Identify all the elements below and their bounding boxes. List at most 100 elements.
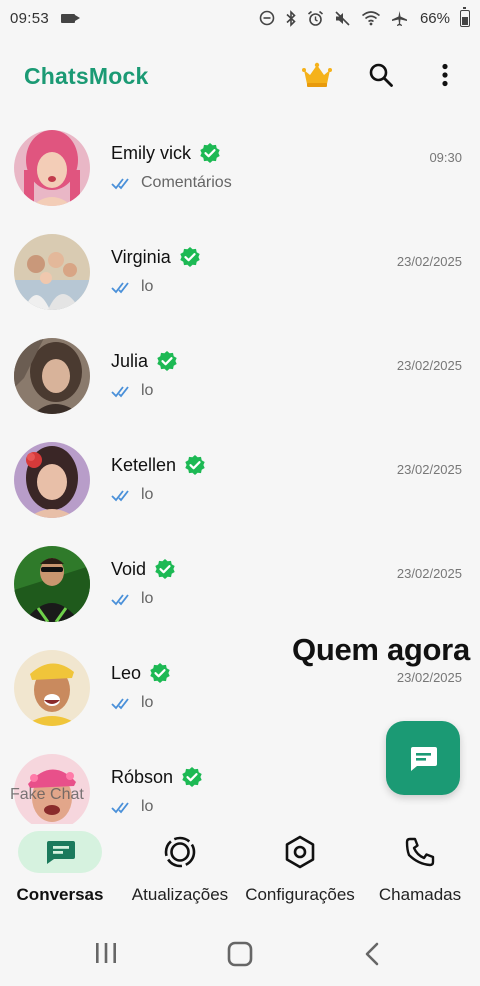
chat-row-virginia[interactable]: Virginia lo 23/02/2025 bbox=[0, 222, 480, 326]
status-time: 09:53 bbox=[10, 9, 50, 27]
chat-last-text: lo bbox=[141, 798, 154, 815]
battery-percent: 66% bbox=[419, 9, 450, 27]
home-icon bbox=[227, 941, 253, 967]
chat-name: Róbson bbox=[111, 766, 174, 787]
back-icon bbox=[365, 942, 379, 966]
chat-last-text: Comentários bbox=[141, 174, 232, 191]
chat-name-wrap: Ketellen bbox=[111, 454, 206, 476]
chat-row-emily[interactable]: Emily vick Comentários 09:30 bbox=[0, 118, 480, 222]
system-nav bbox=[0, 920, 480, 986]
double-check-icon bbox=[111, 801, 129, 813]
chat-name-wrap: Róbson bbox=[111, 766, 203, 788]
verified-badge-icon bbox=[185, 455, 205, 475]
chat-last-text: lo bbox=[141, 278, 154, 295]
nav-label: Chamadas bbox=[378, 885, 462, 904]
chat-time: 23/02/2025 bbox=[396, 254, 462, 269]
chat-time: 09:30 bbox=[429, 150, 462, 165]
avatar bbox=[14, 650, 90, 726]
chat-name-wrap: Virginia bbox=[111, 246, 201, 268]
chat-last-message: Comentários bbox=[111, 174, 232, 192]
bottom-nav: Conversas Atualizações Configurações Cha… bbox=[0, 824, 480, 920]
chat-last-message: lo bbox=[111, 278, 153, 296]
verified-badge-icon bbox=[182, 767, 202, 787]
nav-atualizacoes[interactable]: Atualizações bbox=[122, 824, 238, 920]
verified-badge-icon bbox=[200, 143, 220, 163]
chat-icon bbox=[47, 841, 75, 864]
avatar bbox=[14, 338, 90, 414]
more-vert-icon[interactable] bbox=[428, 58, 462, 92]
verified-badge-icon bbox=[180, 247, 200, 267]
chat-name: Virginia bbox=[111, 246, 171, 267]
recent-apps-icon bbox=[96, 943, 116, 963]
avatar bbox=[14, 442, 90, 518]
crown-icon[interactable] bbox=[300, 58, 334, 92]
alarm-icon bbox=[307, 10, 323, 26]
verified-badge-icon bbox=[150, 663, 170, 683]
chat-name-wrap: Leo bbox=[111, 662, 171, 684]
double-check-icon bbox=[111, 593, 129, 605]
battery-icon bbox=[460, 6, 470, 27]
chat-list[interactable]: Emily vick Comentários 09:30 Virginia lo… bbox=[0, 118, 480, 824]
chat-name: Void bbox=[111, 558, 147, 579]
nav-configuracoes[interactable]: Configurações bbox=[240, 824, 360, 920]
chat-row-void[interactable]: Void lo 23/02/2025 bbox=[0, 534, 480, 638]
verified-badge-icon bbox=[155, 559, 175, 579]
chat-last-message: lo bbox=[111, 382, 153, 400]
nav-label: Atualizações bbox=[131, 885, 229, 904]
double-check-icon bbox=[111, 177, 129, 189]
verified-badge-icon bbox=[157, 351, 177, 371]
app-bar-actions bbox=[300, 58, 462, 92]
chat-last-text: lo bbox=[141, 486, 154, 503]
chat-time: 23/02/2025 bbox=[396, 566, 462, 581]
chat-row-julia[interactable]: Julia lo 23/02/2025 bbox=[0, 326, 480, 430]
chat-name: Ketellen bbox=[111, 454, 177, 475]
chat-name-wrap: Void bbox=[111, 558, 176, 580]
dnd-icon bbox=[259, 10, 275, 26]
double-check-icon bbox=[111, 385, 129, 397]
wifi-icon bbox=[361, 11, 380, 26]
mute-icon bbox=[335, 10, 350, 26]
chat-name: Leo bbox=[111, 662, 142, 683]
double-check-icon bbox=[111, 281, 129, 293]
updates-icon bbox=[164, 836, 196, 868]
chat-last-text: lo bbox=[141, 590, 154, 607]
phone-icon bbox=[405, 837, 435, 867]
chat-last-message: lo bbox=[111, 798, 153, 816]
app-title: ChatsMock bbox=[24, 62, 149, 89]
video-record-icon bbox=[61, 13, 81, 23]
nav-chamadas[interactable]: Chamadas bbox=[362, 824, 478, 920]
avatar bbox=[14, 234, 90, 310]
app-bar: ChatsMock bbox=[0, 44, 480, 108]
double-check-icon bbox=[111, 697, 129, 709]
home-button[interactable] bbox=[227, 941, 253, 972]
chat-time: 23/02/2025 bbox=[396, 670, 462, 685]
nav-active-indicator bbox=[18, 831, 102, 873]
chat-name-wrap: Emily vick bbox=[111, 142, 221, 164]
chat-time: 23/02/2025 bbox=[396, 462, 462, 477]
search-icon[interactable] bbox=[364, 58, 398, 92]
nav-label: Conversas bbox=[16, 885, 104, 904]
new-chat-button[interactable] bbox=[386, 721, 460, 795]
avatar bbox=[14, 546, 90, 622]
new-chat-icon bbox=[411, 747, 437, 771]
chat-last-message: lo bbox=[111, 590, 153, 608]
chat-row-ketellen[interactable]: Ketellen lo 23/02/2025 bbox=[0, 430, 480, 534]
settings-icon bbox=[285, 835, 315, 869]
avatar bbox=[14, 130, 90, 206]
double-check-icon bbox=[111, 489, 129, 501]
chat-last-text: lo bbox=[141, 694, 154, 711]
bluetooth-icon bbox=[286, 9, 296, 27]
overlay-caption: Quem agora bbox=[292, 632, 470, 667]
watermark: Fake Chat bbox=[10, 786, 84, 803]
back-button[interactable] bbox=[364, 942, 380, 971]
chat-name: Julia bbox=[111, 350, 149, 371]
airplane-icon bbox=[391, 10, 407, 26]
chat-time: 23/02/2025 bbox=[396, 358, 462, 373]
chat-name-wrap: Julia bbox=[111, 350, 178, 372]
nav-conversas[interactable]: Conversas bbox=[2, 824, 118, 920]
recent-apps-button[interactable] bbox=[94, 942, 118, 969]
chat-last-text: lo bbox=[141, 382, 154, 399]
chat-name: Emily vick bbox=[111, 142, 191, 163]
status-icons: 66% bbox=[259, 6, 470, 27]
chat-last-message: lo bbox=[111, 694, 153, 712]
